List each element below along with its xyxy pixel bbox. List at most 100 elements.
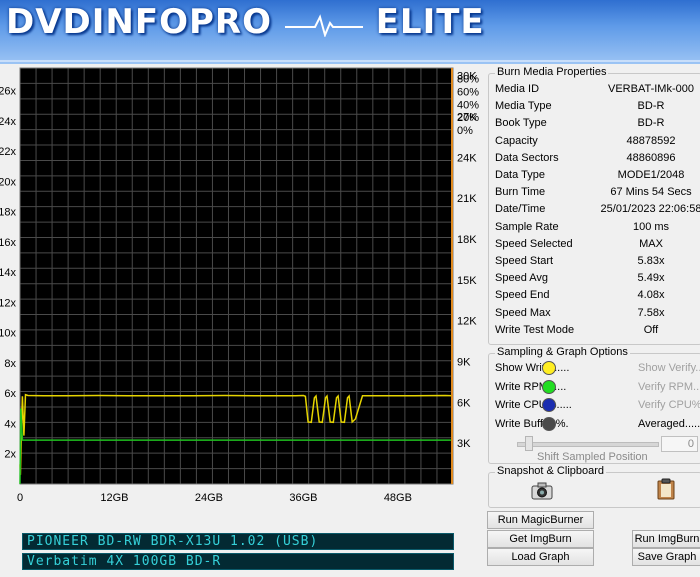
burn-media-properties-title: Burn Media Properties [495, 66, 609, 78]
sampling-option-row: Show Write...... Show Verify... [495, 361, 700, 379]
y-left-tick-label: 24x [0, 116, 16, 128]
property-label: Date/Time [495, 203, 546, 216]
property-value: BD-R [637, 100, 665, 113]
sampling-option-row: Write Buffer %. Averaged..... [495, 416, 700, 435]
y-left-tick-label: 10x [0, 328, 16, 340]
snapshot-clipboard-title: Snapshot & Clipboard [495, 465, 607, 477]
y-right-rpm-tick-label: 24K [457, 152, 477, 164]
media-info-display: Verbatim 4X 100GB BD-R [22, 553, 454, 570]
y-right-percent-tick-label: 40% [457, 99, 479, 111]
property-row: Speed End 4.08x [495, 289, 700, 306]
property-value: 67 Mins 54 Secs [610, 186, 692, 199]
run-imgburn-button[interactable]: Run ImgBurn [632, 530, 700, 548]
write-rpm-color-icon[interactable] [542, 379, 556, 394]
x-tick-label: 48GB [384, 492, 412, 504]
y-right-percent-tick-label: 80% [457, 74, 479, 86]
save-graph-button[interactable]: Save Graph [632, 548, 700, 566]
get-imgburn-button[interactable]: Get ImgBurn [487, 530, 594, 548]
property-row: Write Test Mode Off [495, 324, 700, 341]
y-left-tick-label: 22x [0, 146, 16, 158]
property-value: 7.58x [637, 306, 665, 319]
x-tick-label: 0 [17, 492, 23, 504]
property-value: 5.83x [637, 255, 665, 267]
x-tick-label: 36GB [289, 492, 317, 504]
sampling-option-row: Write RPM...... Verify RPM... [495, 379, 700, 398]
x-tick-label: 12GB [100, 492, 128, 504]
load-graph-button[interactable]: Load Graph [487, 548, 594, 566]
property-row: Speed Start 5.83x [495, 255, 700, 272]
property-value: BD-R [637, 117, 665, 130]
y-right-rpm-tick-label: 12K [457, 316, 477, 328]
property-label: Data Type [495, 169, 545, 181]
property-label: Speed Avg [495, 272, 549, 285]
property-label: Media ID [495, 83, 540, 95]
show-write-label: Show Write...... [495, 362, 570, 374]
property-value: 5.49x [637, 272, 665, 285]
clipboard-icon[interactable] [657, 478, 675, 500]
y-left-tick-label: 8x [4, 358, 16, 370]
logo-right-text: ELITE [375, 2, 485, 42]
sampling-right-option[interactable]: Show Verify... [638, 362, 700, 374]
property-label: Data Sectors [495, 151, 559, 164]
y-right-rpm-tick-label: 3K [457, 438, 471, 450]
sampling-graph-options-panel: Sampling & Graph Options Show Write.....… [488, 346, 700, 464]
y-right-rpm-tick-label: 18K [457, 234, 477, 246]
property-value: 100 ms [632, 220, 670, 233]
shift-position-value: 0 [661, 436, 698, 452]
property-row: Media Type BD-R [495, 100, 700, 117]
sampling-right-option[interactable]: Verify RPM... [638, 381, 700, 393]
property-row: Data Sectors 48860896 [495, 152, 700, 169]
run-magicburner-button[interactable]: Run MagicBurner [487, 511, 594, 529]
write-buffer-color-icon[interactable] [542, 416, 556, 431]
y-right-rpm-tick-label: 15K [457, 275, 477, 287]
property-value: 48860896 [626, 151, 676, 164]
property-value: VERBAT-IMk-000 [608, 83, 694, 95]
property-label: Speed End [495, 289, 550, 302]
property-row: Date/Time 25/01/2023 22:06:58 [495, 203, 700, 220]
property-label: Speed Selected [495, 237, 573, 250]
sampling-right-option[interactable]: Verify CPU%... [638, 399, 700, 411]
shift-position-slider-track[interactable] [517, 442, 659, 447]
banner-rule [0, 60, 700, 62]
property-label: Sample Rate [495, 220, 559, 233]
property-value: MAX [639, 237, 663, 250]
property-label: Burn Time [495, 186, 546, 199]
property-label: Write Test Mode [495, 323, 575, 336]
x-tick-label: 24GB [195, 492, 223, 504]
y-right-rpm-tick-label: 21K [457, 193, 477, 205]
property-row: Speed Avg 5.49x [495, 272, 700, 289]
property-label: Capacity [495, 134, 538, 147]
property-row: Media ID VERBAT-IMk-000 [495, 83, 700, 100]
graph-svg: 2x 4x 6x 8x 10x 12x 14x 16x 18x 20x 22x 24x 26x 3K 6K 9… [0, 67, 479, 504]
logo-left-text: DVDINFOPRO [6, 2, 272, 42]
property-value: 4.08x [637, 289, 665, 302]
show-write-color-icon[interactable] [542, 361, 556, 375]
property-label: Book Type [495, 117, 547, 130]
sampling-right-option[interactable]: Averaged..... [638, 418, 700, 430]
write-cpu-color-icon[interactable] [542, 398, 556, 412]
property-row: Speed Selected MAX [495, 238, 700, 255]
property-value: MODE1/2048 [617, 169, 685, 181]
write-buffer-label: Write Buffer %. [495, 417, 569, 430]
property-row: Speed Max 7.58x [495, 307, 700, 324]
y-left-tick-label: 14x [0, 267, 16, 279]
camera-icon[interactable] [531, 482, 553, 500]
property-row: Sample Rate 100 ms [495, 221, 700, 238]
app-banner: DVDINFOPRO ELITE [0, 0, 700, 64]
y-left-tick-label: 18x [0, 207, 16, 219]
plot-background [20, 68, 453, 484]
burn-media-properties-panel: Burn Media Properties Media ID VERBAT-IMk… [488, 66, 700, 345]
property-value: 48878592 [626, 134, 676, 147]
property-label: Media Type [495, 100, 552, 113]
property-label: Speed Max [495, 306, 551, 319]
property-row: Burn Time 67 Mins 54 Secs [495, 186, 700, 203]
shift-position-slider-thumb[interactable] [525, 436, 533, 451]
y-right-rpm-tick-label: 9K [457, 356, 471, 368]
y-left-tick-label: 4x [4, 418, 16, 430]
y-right-percent-tick-label: 0% [457, 125, 473, 137]
property-row: Data Type MODE1/2048 [495, 169, 700, 186]
y-left-tick-label: 2x [4, 449, 16, 461]
sampling-options-title: Sampling & Graph Options [495, 346, 630, 358]
y-left-tick-label: 20x [0, 176, 16, 188]
y-right-rpm-tick-label: 6K [457, 397, 471, 409]
